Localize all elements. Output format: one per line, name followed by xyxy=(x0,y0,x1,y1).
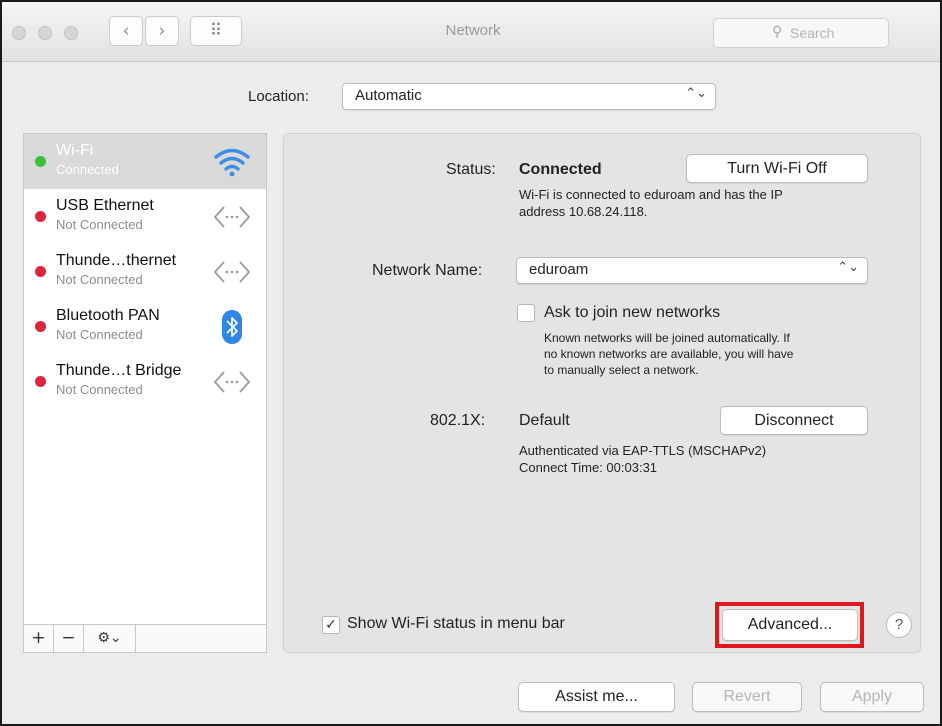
network-preferences-window: ‹ › ⠿ Network ⚲ Search Location: Automat… xyxy=(0,0,942,726)
auth-detail-line2: Connect Time: 00:03:31 xyxy=(519,460,658,475)
service-status: Not Connected xyxy=(56,327,143,342)
gear-icon: ⚙⌄ xyxy=(97,630,122,646)
ethernet-arrows-icon xyxy=(213,206,251,228)
service-name: Thunde…t Bridge xyxy=(56,362,182,379)
auth-detail-line1: Authenticated via EAP-TTLS (MSCHAPv2) xyxy=(519,443,767,458)
popup-arrows-icon: ⌃⌄ xyxy=(837,260,859,275)
service-item-wifi[interactable]: Wi-Fi Connected xyxy=(24,134,266,189)
add-service-button[interactable]: + xyxy=(24,625,54,653)
assist-me-button[interactable]: Assist me... xyxy=(518,682,675,712)
auth-label: 802.1X: xyxy=(430,412,486,429)
service-item-thunderbolt-ethernet[interactable]: Thunde…thernet Not Connected xyxy=(24,244,266,299)
wifi-icon xyxy=(214,148,250,177)
ethernet-arrows-icon xyxy=(213,371,251,393)
service-status: Not Connected xyxy=(56,382,143,397)
ask-to-join-note-line1: Known networks will be joined automatica… xyxy=(544,331,790,345)
apply-button[interactable]: Apply xyxy=(820,682,924,712)
disconnect-button[interactable]: Disconnect xyxy=(720,406,868,435)
search-field[interactable]: ⚲ Search xyxy=(713,18,889,48)
service-name: Bluetooth PAN xyxy=(56,307,160,324)
auth-value: Default xyxy=(519,412,570,429)
popup-arrows-icon: ⌃⌄ xyxy=(685,86,707,101)
status-dot xyxy=(35,156,46,167)
help-button[interactable]: ? xyxy=(886,612,912,638)
service-status: Not Connected xyxy=(56,217,143,232)
bluetooth-icon xyxy=(222,310,242,344)
ask-to-join-checkbox[interactable] xyxy=(517,304,535,322)
show-wifi-status-label: Show Wi-Fi status in menu bar xyxy=(347,615,565,632)
ask-to-join-note-line2: no known networks are available, you wil… xyxy=(544,347,794,361)
network-name-label: Network Name: xyxy=(372,262,483,279)
status-dot xyxy=(35,321,46,332)
advanced-button-highlight xyxy=(715,602,864,648)
service-item-usb-ethernet[interactable]: USB Ethernet Not Connected xyxy=(24,189,266,244)
service-item-thunderbolt-bridge[interactable]: Thunde…t Bridge Not Connected xyxy=(24,354,266,409)
service-item-bluetooth-pan[interactable]: Bluetooth PAN Not Connected xyxy=(24,299,266,354)
network-name-popup[interactable]: eduroam ⌃⌄ xyxy=(516,257,868,284)
service-status: Connected xyxy=(56,162,119,177)
location-popup[interactable]: Automatic ⌃⌄ xyxy=(342,83,716,110)
service-status: Not Connected xyxy=(56,272,143,287)
status-label: Status: xyxy=(446,161,496,178)
show-wifi-status-checkbox[interactable]: ✓ xyxy=(322,616,340,634)
search-icon: ⚲ xyxy=(772,24,783,40)
remove-service-button[interactable]: − xyxy=(54,625,84,653)
ethernet-arrows-icon xyxy=(213,261,251,283)
service-name: Wi-Fi xyxy=(56,142,94,159)
location-label: Location: xyxy=(248,88,309,105)
service-name: USB Ethernet xyxy=(56,197,154,214)
ask-to-join-label: Ask to join new networks xyxy=(544,304,721,321)
status-description-line2: address 10.68.24.118. xyxy=(519,204,648,219)
ask-to-join-note-line3: to manually select a network. xyxy=(544,363,699,377)
status-dot xyxy=(35,376,46,387)
network-name-value: eduroam xyxy=(529,261,589,278)
revert-button[interactable]: Revert xyxy=(692,682,802,712)
status-value: Connected xyxy=(519,161,602,178)
action-menu-button[interactable]: ⚙⌄ xyxy=(84,625,136,653)
title-bar: ‹ › ⠿ Network ⚲ Search xyxy=(2,2,940,62)
service-name: Thunde…thernet xyxy=(56,252,177,269)
turn-wifi-off-button[interactable]: Turn Wi-Fi Off xyxy=(686,154,868,183)
checkmark-icon: ✓ xyxy=(325,617,337,633)
status-dot xyxy=(35,266,46,277)
service-list: Wi-Fi Connected USB Ethernet Not Connect… xyxy=(23,133,267,653)
search-placeholder: Search xyxy=(790,25,835,41)
service-list-toolbar: + − ⚙⌄ xyxy=(24,624,266,653)
location-value: Automatic xyxy=(355,87,422,104)
status-dot xyxy=(35,211,46,222)
status-description-line1: Wi-Fi is connected to eduroam and has th… xyxy=(519,187,783,202)
